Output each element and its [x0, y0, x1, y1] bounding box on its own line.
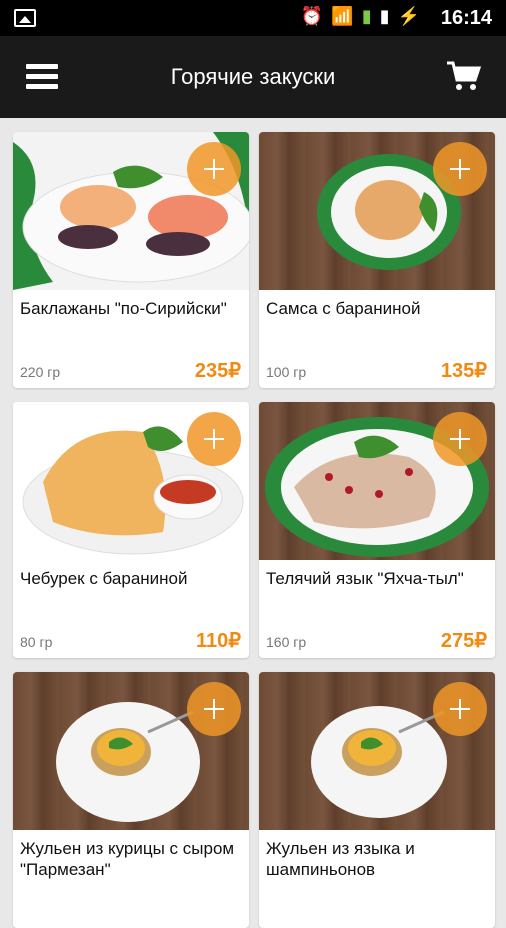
- product-name: Чебурек с бараниной: [20, 569, 188, 588]
- status-bar: ⏰ 📶 ▮ ▮ ⚡ 16:14: [0, 0, 506, 36]
- product-name: Жульен из курицы с сыром "Пармезан": [20, 839, 235, 879]
- product-price: 110₽: [196, 630, 241, 652]
- product-weight: 80 гр: [20, 634, 53, 650]
- product-card[interactable]: Чебурек с бараниной 80 гр 110₽: [13, 402, 249, 658]
- add-to-cart-button[interactable]: [433, 412, 487, 466]
- product-price: 235₽: [194, 360, 241, 382]
- clock: 16:14: [440, 7, 492, 29]
- product-name: Баклажаны "по-Сирийски": [20, 299, 227, 318]
- product-card[interactable]: Телячий язык "Яхча-тыл" 160 гр 275₽: [259, 402, 495, 658]
- signal-strength-icon: ▮: [379, 6, 390, 26]
- product-weight: 100 гр: [266, 364, 307, 380]
- alarm-icon: ⏰: [300, 6, 324, 26]
- product-price: 135₽: [440, 360, 487, 382]
- product-card[interactable]: Баклажаны "по-Сирийски" 220 гр 235₽: [13, 132, 249, 388]
- battery-icon: ⚡: [397, 6, 420, 26]
- product-name: Самса с бараниной: [266, 299, 421, 318]
- product-card[interactable]: Самса с бараниной 100 гр 135₽: [259, 132, 495, 388]
- product-weight: 220 гр: [20, 364, 61, 380]
- add-to-cart-button[interactable]: [187, 412, 241, 466]
- cart-icon[interactable]: [446, 60, 482, 92]
- add-to-cart-button[interactable]: [433, 682, 487, 736]
- image-icon: [14, 9, 36, 27]
- product-price: 275₽: [440, 630, 487, 652]
- product-name: Жульен из языка и шампиньонов: [266, 839, 415, 879]
- add-to-cart-button[interactable]: [433, 142, 487, 196]
- product-card[interactable]: Жульен из курицы с сыром "Пармезан": [13, 672, 249, 928]
- add-to-cart-button[interactable]: [187, 142, 241, 196]
- app-bar: Горячие закуски: [0, 36, 506, 118]
- wifi-icon: 📶: [331, 6, 354, 26]
- product-name: Телячий язык "Яхча-тыл": [266, 569, 464, 588]
- page-title: Горячие закуски: [170, 64, 336, 89]
- product-card[interactable]: Жульен из языка и шампиньонов: [259, 672, 495, 928]
- add-to-cart-button[interactable]: [187, 682, 241, 736]
- signal-icon: ▮: [361, 6, 372, 26]
- product-weight: 160 гр: [266, 634, 307, 650]
